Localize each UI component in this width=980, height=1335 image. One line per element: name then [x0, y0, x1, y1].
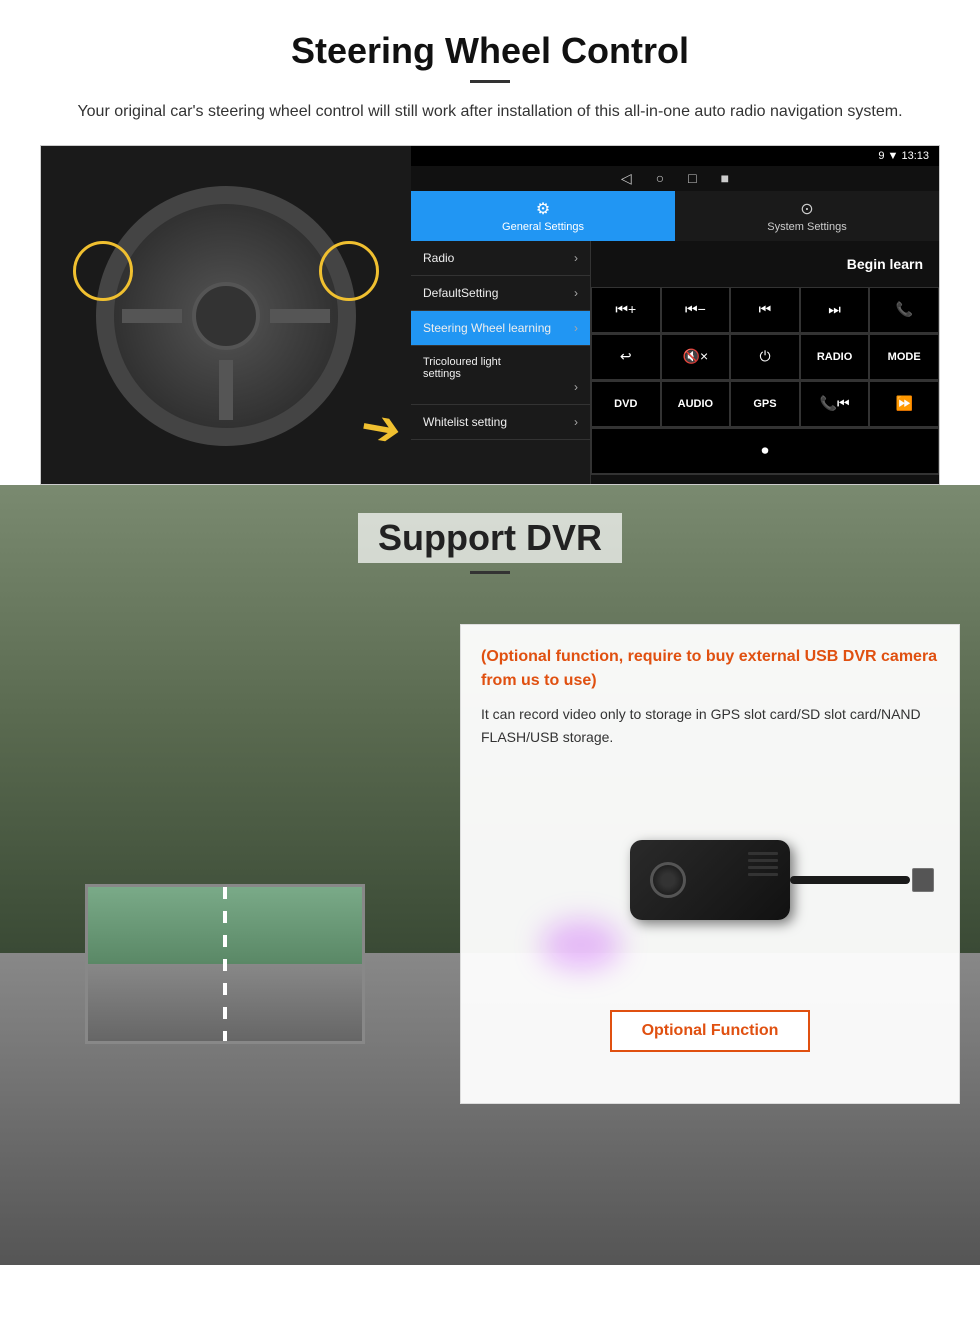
dvr-divider [470, 571, 510, 574]
btn-dvd[interactable]: DVD [591, 381, 661, 427]
camera-glow [541, 920, 621, 970]
tab-system-settings[interactable]: ⊙ System Settings [675, 191, 939, 241]
android-buttons-panel: Begin learn ⏮+ ⏮− ⏮ ⏭ 📞 ↩ 🔇× ⏻ [591, 241, 939, 485]
chevron-right-icon: › [574, 321, 578, 335]
chevron-right-icon: › [574, 380, 578, 394]
camera-lens [650, 862, 686, 898]
button-row-2: ↩ 🔇× ⏻ RADIO MODE [591, 334, 939, 381]
camera-assembly [630, 840, 790, 920]
dvr-camera-image [481, 770, 939, 990]
btn-mode[interactable]: MODE [869, 334, 939, 380]
yellow-arrow-icon: ➔ [356, 397, 405, 459]
android-navbar: ◁ ○ □ ■ [411, 166, 939, 191]
menu-item-swl[interactable]: Steering Wheel learning › [411, 311, 590, 346]
button-row-1: ⏮+ ⏮− ⏮ ⏭ 📞 [591, 287, 939, 334]
btn-phone-prev[interactable]: 📞⏮ [800, 381, 870, 427]
btn-mute[interactable]: 🔇× [661, 334, 731, 380]
circle-left [73, 241, 133, 301]
dvr-section: Support DVR (Optional function, require … [0, 485, 980, 1265]
dvr-card-body: It can record video only to storage in G… [481, 703, 939, 751]
nav-back-icon[interactable]: ◁ [621, 170, 632, 187]
android-body: Radio › DefaultSetting › Steering Wheel … [411, 241, 939, 485]
tab-general-label: General Settings [502, 221, 584, 233]
dvr-title: Support DVR [358, 513, 622, 563]
btn-power[interactable]: ⏻ [730, 334, 800, 380]
chevron-right-icon: › [574, 251, 578, 265]
swc-title: Steering Wheel Control [40, 30, 940, 72]
btn-radio[interactable]: RADIO [800, 334, 870, 380]
usb-cable [790, 876, 910, 884]
menu-whitelist-label: Whitelist setting [423, 415, 507, 429]
btn-prev[interactable]: ⏮ [730, 287, 800, 333]
general-settings-icon: ⚙ [536, 199, 550, 219]
steering-wheel [96, 186, 356, 446]
circle-right [319, 241, 379, 301]
chevron-right-icon: › [574, 286, 578, 300]
optional-function-button[interactable]: Optional Function [610, 1010, 811, 1052]
swc-subtitle: Your original car's steering wheel contr… [60, 99, 920, 125]
nav-recent-icon[interactable]: □ [688, 170, 696, 187]
camera-body [630, 840, 790, 920]
android-statusbar: 9 ▼ 13:13 [411, 146, 939, 166]
android-tabs: ⚙ General Settings ⊙ System Settings [411, 191, 939, 241]
dvr-info-card: (Optional function, require to buy exter… [460, 624, 960, 1104]
chevron-right-icon: › [574, 415, 578, 429]
dvr-right-panel: (Optional function, require to buy exter… [450, 604, 980, 1124]
optional-function-container: Optional Function [481, 1000, 939, 1052]
btn-next[interactable]: ⏭ [800, 287, 870, 333]
camera-vents [748, 852, 778, 876]
btn-vol-up[interactable]: ⏮+ [591, 287, 661, 333]
android-menu: Radio › DefaultSetting › Steering Wheel … [411, 241, 591, 485]
steering-wheel-photo: ➔ [41, 146, 411, 485]
dvr-left-panel [0, 604, 450, 1124]
menu-item-tricoloured[interactable]: Tricoloured light settings › [411, 346, 590, 405]
begin-learn-button[interactable]: Begin learn [847, 256, 923, 272]
tab-system-label: System Settings [767, 221, 846, 233]
nav-dot-icon[interactable]: ■ [721, 170, 729, 187]
system-settings-icon: ⊙ [800, 199, 813, 219]
menu-defaultsetting-label: DefaultSetting [423, 286, 498, 300]
button-row-3: DVD AUDIO GPS 📞⏮ ⏩ [591, 381, 939, 428]
menu-swl-label: Steering Wheel learning [423, 321, 551, 335]
dvr-card-title: (Optional function, require to buy exter… [481, 645, 939, 693]
menu-tricoloured-sublabel: settings [423, 368, 461, 380]
android-screen: 9 ▼ 13:13 ◁ ○ □ ■ ⚙ General Settings ⊙ S… [411, 146, 939, 485]
menu-item-radio[interactable]: Radio › [411, 241, 590, 276]
menu-item-defaultsetting[interactable]: DefaultSetting › [411, 276, 590, 311]
menu-radio-label: Radio [423, 251, 454, 265]
btn-gps[interactable]: GPS [730, 381, 800, 427]
btn-audio[interactable]: AUDIO [661, 381, 731, 427]
dvr-content: (Optional function, require to buy exter… [0, 604, 980, 1124]
btn-back[interactable]: ↩ [591, 334, 661, 380]
steering-wheel-section: Steering Wheel Control Your original car… [0, 0, 980, 485]
btn-phone[interactable]: 📞 [869, 287, 939, 333]
dvr-header: Support DVR [0, 485, 980, 584]
nav-home-icon[interactable]: ○ [656, 170, 664, 187]
tab-general-settings[interactable]: ⚙ General Settings [411, 191, 675, 241]
button-row-4: ⏺ [591, 428, 939, 475]
status-text: 9 ▼ 13:13 [878, 150, 929, 162]
begin-learn-row: Begin learn [591, 241, 939, 287]
swc-composite: ➔ 9 ▼ 13:13 ◁ ○ □ ■ ⚙ General Settings [40, 145, 940, 485]
dvr-thumbnail [85, 884, 365, 1044]
menu-tricoloured-label: Tricoloured light [423, 356, 501, 368]
spoke-right [270, 309, 330, 323]
btn-record[interactable]: ⏺ [591, 428, 939, 474]
menu-item-whitelist[interactable]: Whitelist setting › [411, 405, 590, 440]
btn-vol-down[interactable]: ⏮− [661, 287, 731, 333]
spoke-left [122, 309, 182, 323]
spoke-bottom [219, 360, 233, 420]
swc-divider [470, 80, 510, 83]
btn-ff[interactable]: ⏩ [869, 381, 939, 427]
usb-plug [912, 868, 934, 892]
